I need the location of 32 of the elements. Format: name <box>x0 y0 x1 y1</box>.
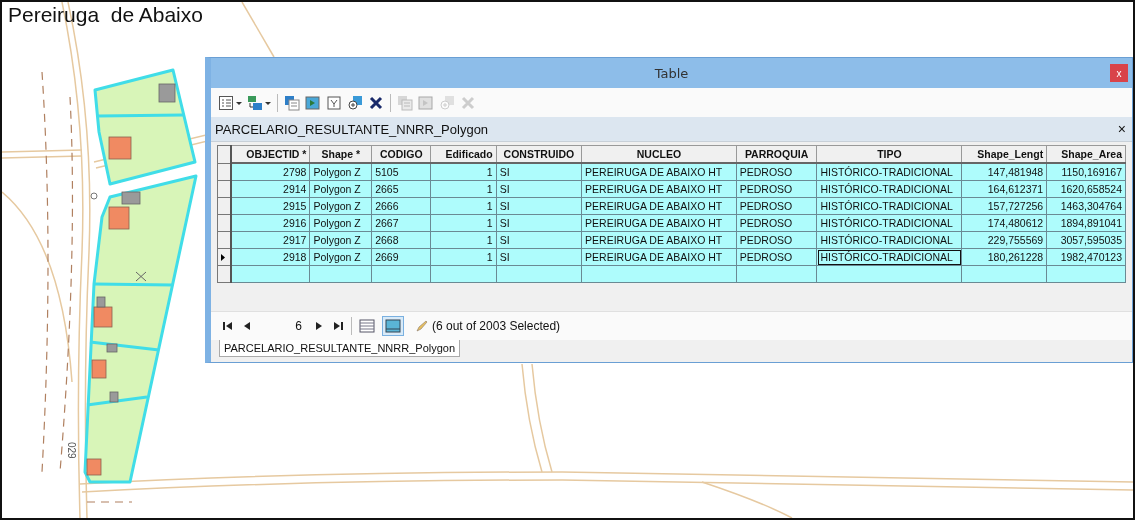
column-header[interactable]: CONSTRUIDO <box>496 145 582 163</box>
column-header[interactable]: TIPO <box>816 145 962 163</box>
map-title: Pereiruga de Abaixo <box>8 3 203 27</box>
close-button[interactable]: x <box>1110 64 1128 82</box>
table-icon[interactable] <box>217 93 243 112</box>
row-selector[interactable] <box>217 248 231 266</box>
column-header[interactable]: Shape_Lengt <box>962 145 1047 163</box>
layer-name: PARCELARIO_RESULTANTE_NNRR_Polygon <box>215 121 489 137</box>
window-title: Table <box>654 65 689 81</box>
row-selector[interactable] <box>217 214 231 232</box>
selection-status: (6 out of 2003 Selected) <box>432 319 561 333</box>
show-selected-records-icon[interactable] <box>382 316 404 336</box>
current-row-icon <box>221 253 225 261</box>
zoom-icon[interactable] <box>346 93 364 112</box>
row-selector[interactable] <box>217 180 231 198</box>
column-header[interactable]: Edificado <box>430 145 497 163</box>
column-header[interactable]: CODIGO <box>371 145 431 163</box>
table-icon[interactable] <box>283 93 301 112</box>
column-header[interactable]: Shape * <box>309 145 372 163</box>
table-tab[interactable]: PARCELARIO_RESULTANTE_NNRR_Polygon <box>219 340 461 357</box>
table-icon[interactable] <box>304 93 322 112</box>
header-corner[interactable] <box>217 145 231 163</box>
column-header[interactable]: PARROQUIA <box>736 145 817 163</box>
pencil-icon <box>416 320 428 332</box>
show-all-records-icon[interactable] <box>356 316 378 336</box>
table-icon[interactable] <box>246 93 272 112</box>
record-field[interactable]: 6 <box>258 319 308 333</box>
table-icon[interactable] <box>325 93 343 112</box>
close-button[interactable]: × <box>1115 121 1128 137</box>
column-header[interactable]: Shape_Area <box>1046 145 1126 163</box>
column-header[interactable]: NUCLEO <box>581 145 737 163</box>
column-header[interactable]: OBJECTID * <box>230 145 310 163</box>
